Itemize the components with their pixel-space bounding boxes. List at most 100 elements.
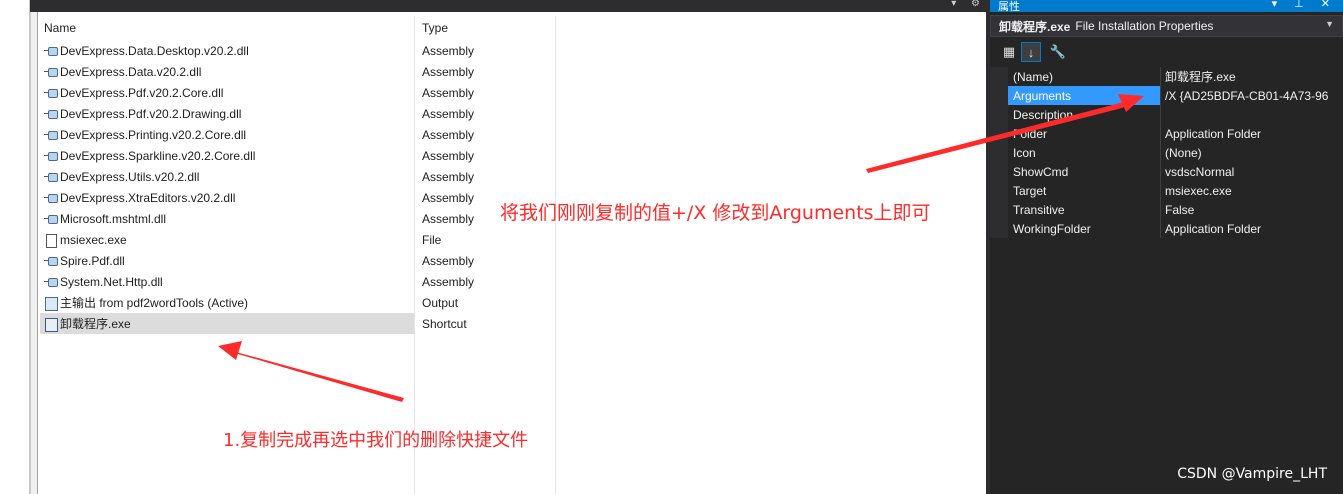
file-name-cell[interactable]: DevExpress.Printing.v20.2.Core.dll [40, 124, 414, 145]
file-name-cell[interactable]: DevExpress.Sparkline.v20.2.Core.dll [40, 145, 414, 166]
property-name[interactable]: Folder [1008, 124, 1160, 143]
object-selector[interactable]: 卸载程序.exe File Installation Properties ▼ [990, 15, 1343, 37]
file-name-cell[interactable]: 卸载程序.exe [40, 313, 414, 334]
column-header-type[interactable]: Type [422, 21, 448, 35]
object-type: File Installation Properties [1075, 19, 1214, 33]
property-row[interactable]: Arguments/X {AD25BDFA-CB01-4A73-96 [1008, 86, 1343, 105]
file-row[interactable]: DevExpress.Pdf.v20.2.Drawing.dll Assembly [38, 103, 986, 124]
assembly-icon [44, 108, 58, 120]
file-row[interactable]: msiexec.exe File [38, 229, 986, 250]
chevron-down-icon[interactable]: ▼ [1325, 19, 1334, 29]
file-row[interactable]: System.Net.Http.dll Assembly [38, 271, 986, 292]
file-name-cell[interactable]: Microsoft.mshtml.dll [40, 208, 414, 229]
file-name: DevExpress.XtraEditors.v20.2.dll [60, 190, 236, 205]
property-name[interactable]: Arguments [1008, 86, 1160, 105]
assembly-icon [44, 213, 58, 225]
file-type-cell: Assembly [422, 190, 475, 205]
property-value[interactable]: Application Folder [1160, 219, 1343, 238]
file-name-cell[interactable]: DevExpress.Data.Desktop.v20.2.dll [40, 40, 414, 61]
file-name: DevExpress.Printing.v20.2.Core.dll [60, 127, 247, 142]
file-name: DevExpress.Data.Desktop.v20.2.dll [60, 43, 249, 58]
property-row[interactable]: Description [1008, 105, 1343, 124]
file-row[interactable]: DevExpress.Pdf.v20.2.Core.dll Assembly [38, 82, 986, 103]
property-row[interactable]: Icon (None) [1008, 143, 1343, 162]
file-name: 主输出 from pdf2wordTools (Active) [60, 296, 249, 310]
file-name: DevExpress.Sparkline.v20.2.Core.dll [60, 148, 256, 163]
property-value[interactable]: msiexec.exe [1160, 181, 1343, 200]
assembly-icon [44, 129, 58, 141]
file-name-cell[interactable]: DevExpress.Utils.v20.2.dll [40, 166, 414, 187]
solution-explorer-strip [0, 0, 30, 494]
file-name-cell[interactable]: DevExpress.XtraEditors.v20.2.dll [40, 187, 414, 208]
property-value[interactable]: False [1160, 200, 1343, 219]
properties-toolbar: ▦ ↓ 🔧 [990, 40, 1343, 64]
panel-buttons[interactable]: ▾ ⊥ ✕ [1272, 0, 1337, 10]
property-row[interactable]: WorkingFolder Application Folder [1008, 219, 1343, 238]
file-row[interactable]: DevExpress.Utils.v20.2.dll Assembly [38, 166, 986, 187]
property-row[interactable]: Target msiexec.exe [1008, 181, 1343, 200]
property-name[interactable]: (Name) [1008, 67, 1160, 86]
assembly-icon [44, 150, 58, 162]
property-name[interactable]: WorkingFolder [1008, 219, 1160, 238]
file-row[interactable]: DevExpress.Data.v20.2.dll Assembly [38, 61, 986, 82]
file-row[interactable]: DevExpress.Printing.v20.2.Core.dll Assemb… [38, 124, 986, 145]
assembly-icon [44, 66, 58, 78]
file-name: Spire.Pdf.dll [60, 253, 125, 268]
file-name-cell[interactable]: msiexec.exe [40, 229, 414, 250]
object-name: 卸载程序.exe [999, 19, 1071, 34]
output-icon [44, 296, 58, 311]
file-row[interactable]: 卸载程序.exe Shortcut [38, 313, 986, 334]
file-type-cell: Assembly [422, 169, 475, 184]
file-type-cell: Assembly [422, 148, 475, 163]
file-name-cell[interactable]: Spire.Pdf.dll [40, 250, 414, 271]
property-row[interactable]: Folder Application Folder [1008, 124, 1343, 143]
file-name: DevExpress.Data.v20.2.dll [60, 64, 202, 79]
file-row[interactable]: DevExpress.Data.Desktop.v20.2.dll Assembl… [38, 40, 986, 61]
alphabetical-icon[interactable]: ↓ [1021, 42, 1041, 62]
file-row[interactable]: Spire.Pdf.dll Assembly [38, 250, 986, 271]
property-name[interactable]: Transitive [1008, 200, 1160, 219]
file-list-header: Name Type [38, 19, 986, 39]
property-row[interactable]: (Name) 卸载程序.exe [1008, 67, 1343, 86]
file-type-cell: Assembly [422, 64, 475, 79]
assembly-icon [44, 276, 58, 288]
file-type-cell: Assembly [422, 253, 475, 268]
column-header-name[interactable]: Name [44, 21, 76, 35]
window-controls[interactable]: ▾ ⚙ [951, 0, 986, 9]
property-name[interactable]: Target [1008, 181, 1160, 200]
annotation-arguments: 将我们刚刚复制的值+/X 修改到Arguments上即可 [500, 202, 931, 224]
file-type-cell: Assembly [422, 106, 475, 121]
file-type-cell: Assembly [422, 43, 475, 58]
property-row[interactable]: Transitive False [1008, 200, 1343, 219]
property-value[interactable]: (None) [1160, 143, 1343, 162]
file-name-cell[interactable]: 主输出 from pdf2wordTools (Active) [40, 292, 414, 313]
property-grid: (Name) 卸载程序.exe Arguments/X {AD25BDFA-CB01… [990, 67, 1343, 238]
property-value[interactable]: /X {AD25BDFA-CB01-4A73-96 [1160, 86, 1343, 105]
file-icon [44, 233, 57, 248]
properties-panel: 属性 ▾ ⊥ ✕ 卸载程序.exe File Installation Prop… [990, 0, 1343, 494]
property-name[interactable]: Icon [1008, 143, 1160, 162]
property-value[interactable] [1160, 105, 1343, 124]
property-name[interactable]: ShowCmd [1008, 162, 1160, 181]
panel-splitter[interactable] [30, 12, 38, 494]
property-value[interactable]: vsdscNormal [1160, 162, 1343, 181]
categorized-icon[interactable]: ▦ [999, 42, 1019, 62]
assembly-icon [44, 255, 58, 267]
assembly-icon [44, 192, 58, 204]
property-value[interactable]: Application Folder [1160, 124, 1343, 143]
file-name-cell[interactable]: DevExpress.Pdf.v20.2.Core.dll [40, 82, 414, 103]
file-row[interactable]: 主输出 from pdf2wordTools (Active) Output [38, 292, 986, 313]
property-row[interactable]: ShowCmd vsdscNormal [1008, 162, 1343, 181]
property-value[interactable]: 卸载程序.exe [1160, 67, 1343, 86]
file-name: System.Net.Http.dll [60, 274, 163, 289]
file-name: 卸载程序.exe [60, 317, 131, 331]
file-name-cell[interactable]: DevExpress.Data.v20.2.dll [40, 61, 414, 82]
assembly-icon [44, 171, 58, 183]
file-type-cell: File [422, 232, 442, 247]
file-name: msiexec.exe [60, 232, 127, 247]
file-name-cell[interactable]: System.Net.Http.dll [40, 271, 414, 292]
file-name-cell[interactable]: DevExpress.Pdf.v20.2.Drawing.dll [40, 103, 414, 124]
property-pages-icon[interactable]: 🔧 [1048, 42, 1068, 62]
file-row[interactable]: DevExpress.Sparkline.v20.2.Core.dll Assem… [38, 145, 986, 166]
property-name[interactable]: Description [1008, 105, 1160, 124]
